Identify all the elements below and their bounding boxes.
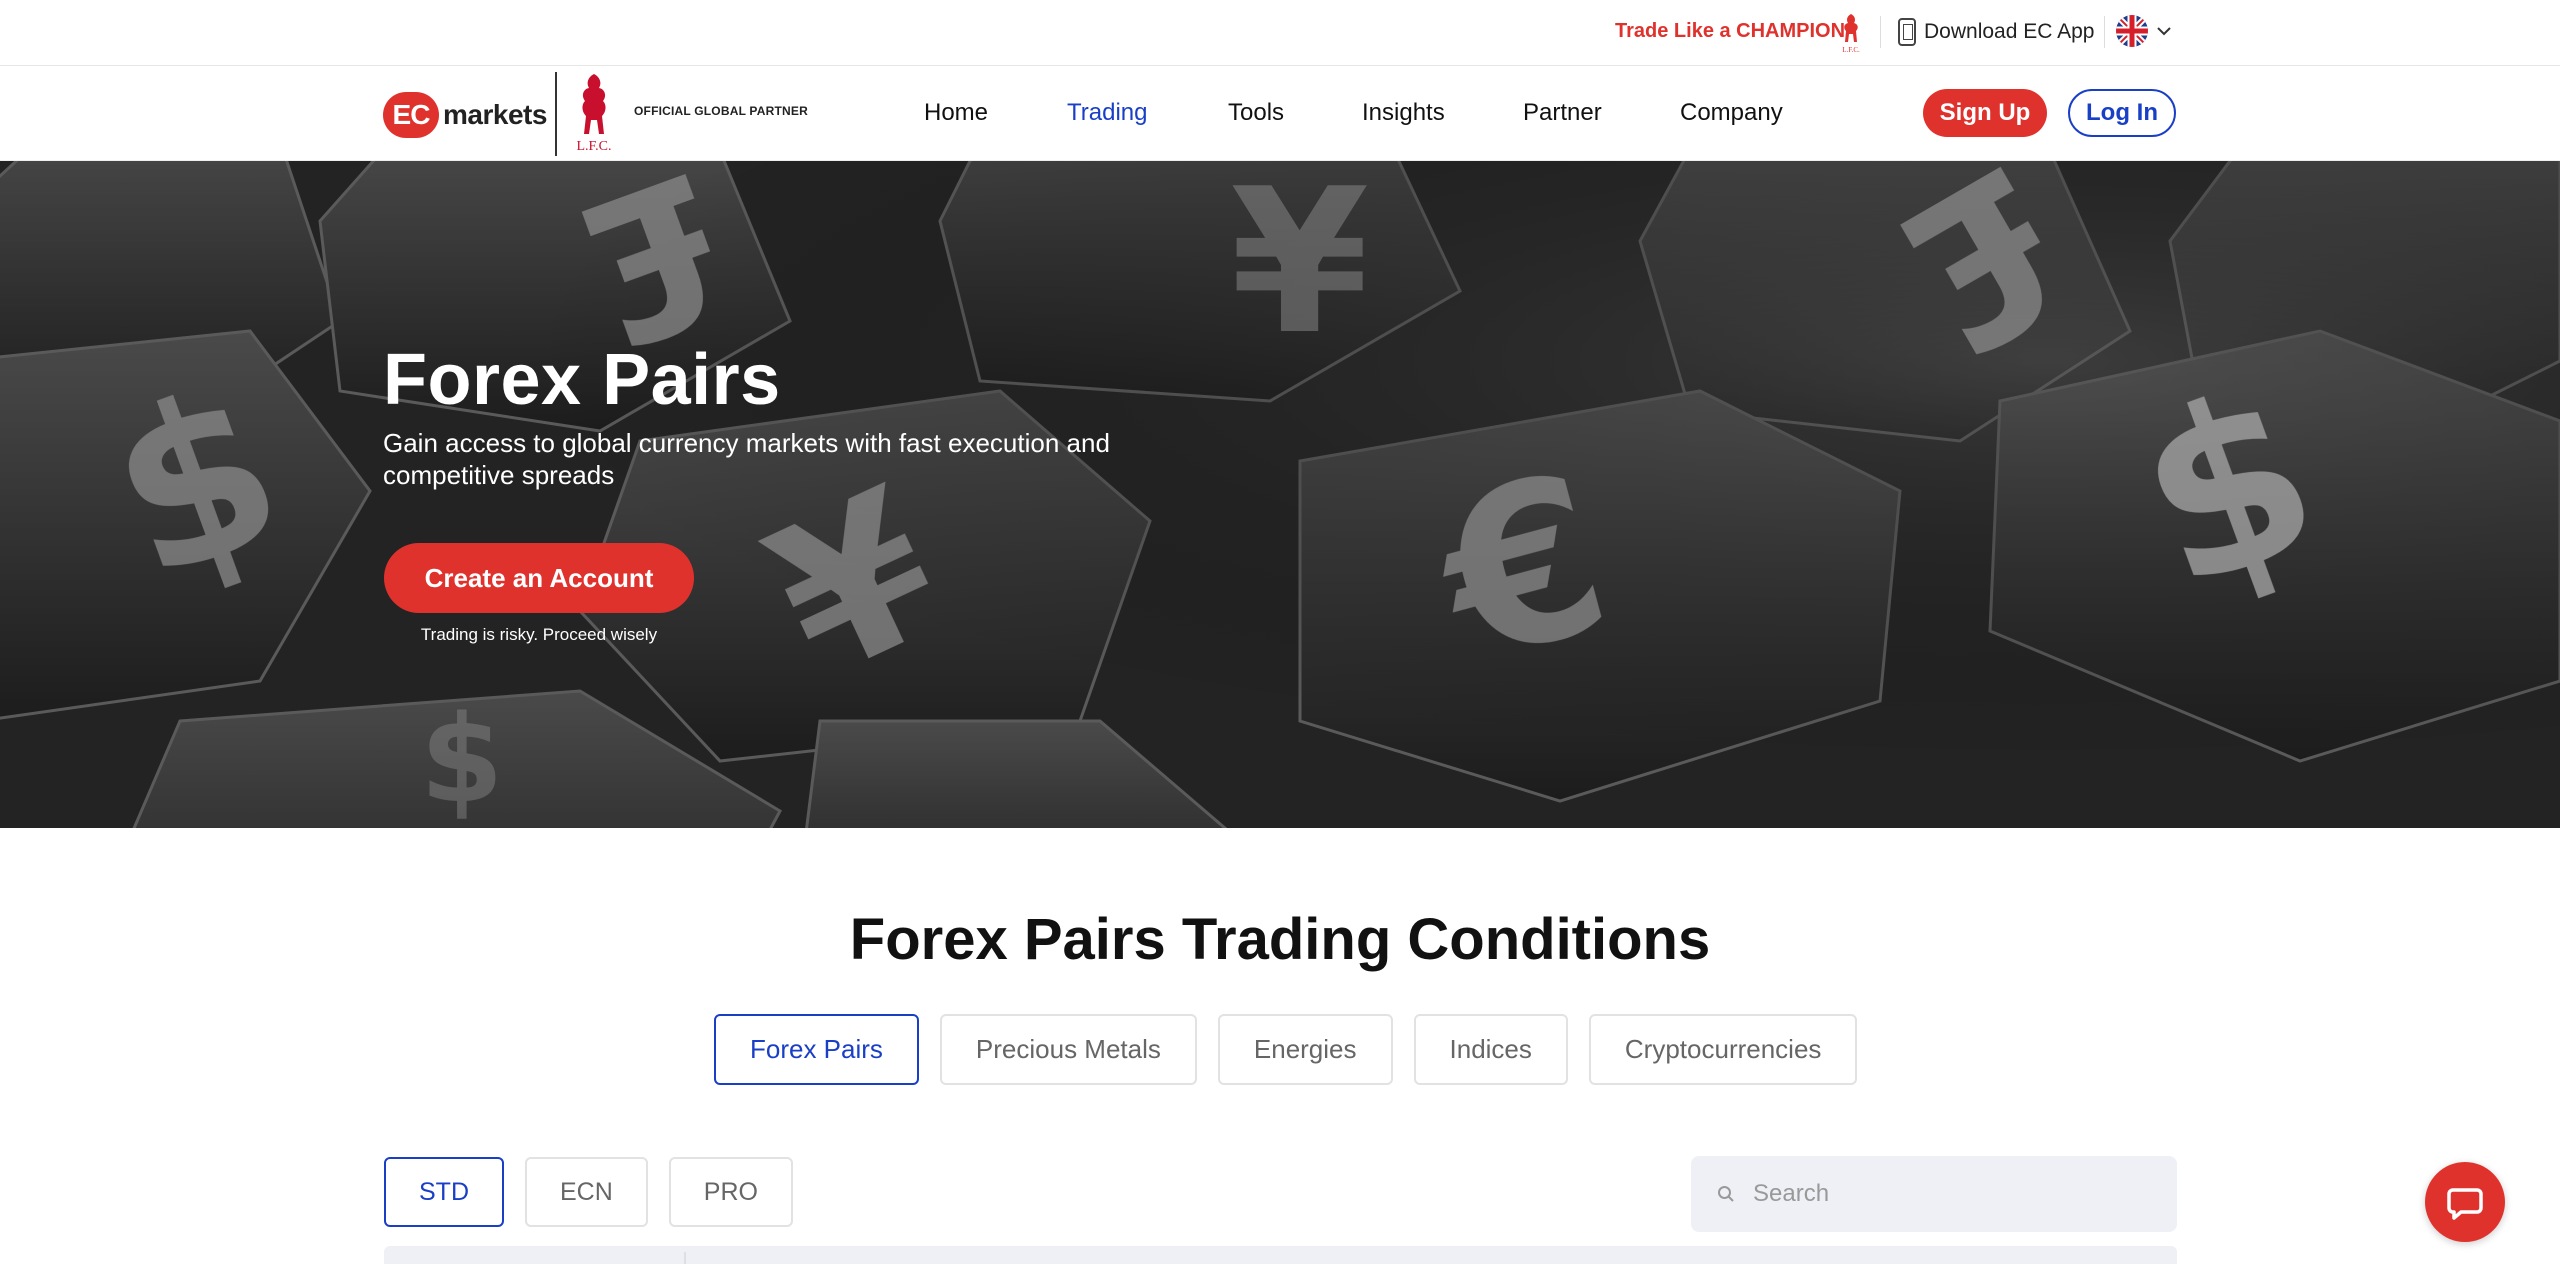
nav-trading[interactable]: Trading	[1067, 99, 1147, 127]
search-input[interactable]	[1753, 1180, 2133, 1208]
tab-energies[interactable]: Energies	[1217, 1014, 1393, 1085]
tab-forex-pairs[interactable]: Forex Pairs	[714, 1014, 919, 1085]
top-utility-bar: Trade Like a CHAMPION L.F.C. Download EC…	[0, 0, 2560, 66]
chevron-down-icon	[2157, 27, 2171, 36]
svg-text:$: $	[420, 691, 504, 828]
logo-divider	[555, 72, 557, 156]
sign-up-button[interactable]: Sign Up	[1923, 89, 2047, 137]
topbar-divider	[2104, 16, 2105, 48]
nav-partner[interactable]: Partner	[1523, 99, 1602, 127]
chat-bubble-icon	[2447, 1188, 2483, 1220]
uk-flag-icon	[2116, 15, 2148, 47]
nav-tools[interactable]: Tools	[1228, 99, 1284, 127]
tab-pro[interactable]: PRO	[668, 1157, 793, 1227]
tab-precious-metals[interactable]: Precious Metals	[939, 1014, 1197, 1085]
download-app-label: Download EC App	[1924, 20, 2095, 43]
ec-markets-logo[interactable]: EC markets	[383, 86, 547, 144]
risk-disclaimer: Trading is risky. Proceed wisely	[420, 625, 658, 644]
tab-cryptocurrencies[interactable]: Cryptocurrencies	[1588, 1014, 1858, 1085]
lfc-crest-icon: L.F.C.	[576, 74, 612, 154]
main-navbar: EC markets L.F.C. OFFICIAL GLOBAL PARTNE…	[0, 66, 2560, 161]
hero-banner: $ £ ¥ ¥ € £ $ $ Forex Pairs Gain access …	[0, 161, 2560, 828]
download-app-link[interactable]: Download EC App	[1898, 16, 2094, 48]
hero-subtitle: Gain access to global currency markets w…	[383, 428, 1110, 490]
logo-wordmark: markets	[443, 99, 547, 130]
hero-title: Forex Pairs	[383, 340, 781, 420]
tab-std[interactable]: STD	[384, 1157, 504, 1227]
conditions-table-header	[384, 1246, 2177, 1264]
language-selector[interactable]	[2116, 15, 2172, 47]
account-type-tabs: STD ECN PRO	[384, 1157, 793, 1227]
currency-hexagons-background: $ £ ¥ ¥ € £ $ $	[0, 161, 2560, 828]
nav-insights[interactable]: Insights	[1362, 99, 1445, 127]
svg-text:L.F.C.: L.F.C.	[576, 139, 611, 154]
topbar-divider	[1880, 16, 1881, 48]
tab-ecn[interactable]: ECN	[525, 1157, 648, 1227]
tab-indices[interactable]: Indices	[1413, 1014, 1568, 1085]
section-title: Forex Pairs Trading Conditions	[849, 907, 1711, 972]
logo-mark: EC	[383, 92, 439, 138]
category-tabs: Forex Pairs Precious Metals Energies Ind…	[714, 1014, 1858, 1085]
nav-home[interactable]: Home	[924, 99, 988, 127]
nav-company[interactable]: Company	[1680, 99, 1783, 127]
lfc-crest-small-icon: L.F.C.	[1842, 14, 1860, 54]
mobile-phone-icon	[1898, 18, 1916, 46]
log-in-button[interactable]: Log In	[2068, 89, 2176, 137]
svg-text:L.F.C.: L.F.C.	[1842, 46, 1860, 54]
official-partner-label: OFFICIAL GLOBAL PARTNER	[634, 104, 808, 118]
column-divider	[684, 1252, 686, 1264]
svg-text:¥: ¥	[1230, 161, 1369, 379]
search-box	[1691, 1156, 2177, 1232]
search-icon	[1718, 1186, 1734, 1202]
promo-text[interactable]: Trade Like a CHAMPION	[1615, 20, 1845, 43]
create-account-button[interactable]: Create an Account	[384, 543, 694, 613]
live-chat-button[interactable]	[2425, 1162, 2505, 1242]
